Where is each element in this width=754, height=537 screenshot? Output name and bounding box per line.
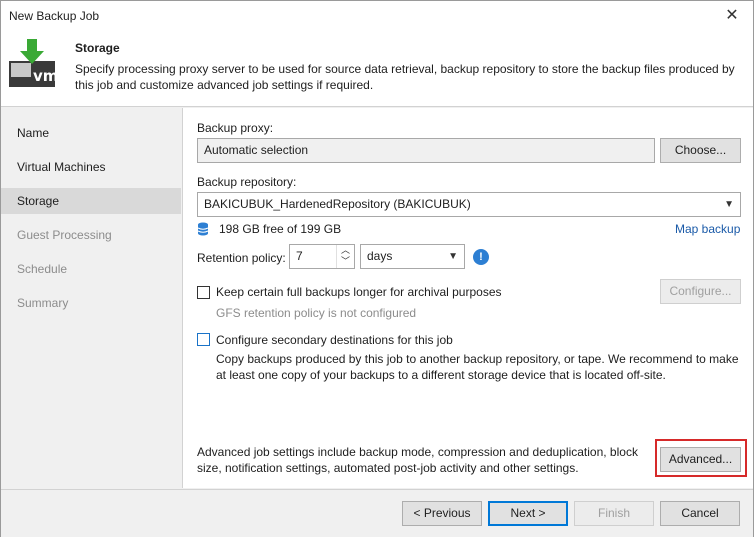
info-icon[interactable]: !	[473, 249, 489, 265]
keep-full-backups-label: Keep certain full backups longer for arc…	[216, 285, 502, 299]
close-icon[interactable]: ✕	[723, 7, 741, 25]
page-title: Storage	[75, 41, 120, 55]
backup-repository-select[interactable]: BAKICUBUK_HardenedRepository (BAKICUBUK)…	[197, 192, 741, 217]
sidebar-item-storage[interactable]: Storage	[1, 188, 181, 214]
retention-policy-label: Retention policy:	[197, 251, 286, 265]
keep-full-backups-checkbox[interactable]	[197, 286, 210, 299]
sidebar-item-summary: Summary	[17, 296, 69, 310]
next-button[interactable]: Next >	[488, 501, 568, 526]
map-backup-link[interactable]: Map backup	[675, 222, 740, 236]
chevron-down-icon: ▼	[448, 251, 458, 262]
vm-backup-icon: vm	[7, 37, 63, 93]
svg-text:vm: vm	[33, 67, 58, 85]
wizard-header: vm Storage Specify processing proxy serv…	[1, 31, 753, 107]
secondary-destinations-label: Configure secondary destinations for thi…	[216, 333, 453, 347]
cancel-button[interactable]: Cancel	[660, 501, 740, 526]
configure-gfs-button[interactable]: Configure...	[660, 279, 741, 304]
chevron-down-icon: ▼	[724, 199, 734, 210]
wizard-footer: < Previous Next > Finish Cancel	[1, 489, 753, 537]
choose-proxy-button[interactable]: Choose...	[660, 138, 741, 163]
secondary-destinations-checkbox[interactable]	[197, 333, 210, 346]
stepper-arrows-icon[interactable]: ︿ ﹀	[336, 245, 354, 268]
window-title: New Backup Job	[9, 9, 100, 23]
sidebar-item-schedule: Schedule	[17, 262, 68, 276]
advanced-settings-button[interactable]: Advanced...	[660, 447, 741, 472]
retention-unit-value: days	[367, 249, 393, 263]
new-backup-job-window: New Backup Job ✕ vm Storage Specify proc…	[0, 0, 754, 537]
backup-proxy-label: Backup proxy:	[197, 121, 274, 135]
wizard-steps-sidebar: Name Virtual Machines Storage Guest Proc…	[1, 108, 181, 488]
retention-value-stepper[interactable]: 7 ︿ ﹀	[289, 244, 355, 269]
sidebar-item-name[interactable]: Name	[1, 120, 181, 146]
previous-button[interactable]: < Previous	[402, 501, 482, 526]
retention-unit-select[interactable]: days ▼	[360, 244, 465, 269]
finish-button[interactable]: Finish	[574, 501, 654, 526]
sidebar-item-guest-processing: Guest Processing	[17, 228, 112, 242]
database-icon	[197, 222, 209, 236]
backup-repository-value: BAKICUBUK_HardenedRepository (BAKICUBUK)	[204, 197, 471, 211]
backup-repository-label: Backup repository:	[197, 175, 297, 189]
storage-settings-panel: Backup proxy: Automatic selection Choose…	[182, 108, 753, 488]
title-bar: New Backup Job ✕	[1, 1, 753, 31]
backup-proxy-field: Automatic selection	[197, 138, 655, 163]
sidebar-item-virtual-machines[interactable]: Virtual Machines	[1, 154, 181, 180]
gfs-status-text: GFS retention policy is not configured	[216, 306, 417, 320]
page-description: Specify processing proxy server to be us…	[75, 62, 735, 92]
retention-value: 7	[296, 249, 303, 263]
free-space-text: 198 GB free of 199 GB	[219, 222, 342, 236]
secondary-destinations-description: Copy backups produced by this job to ano…	[216, 352, 739, 382]
advanced-settings-description: Advanced job settings include backup mod…	[197, 445, 638, 475]
